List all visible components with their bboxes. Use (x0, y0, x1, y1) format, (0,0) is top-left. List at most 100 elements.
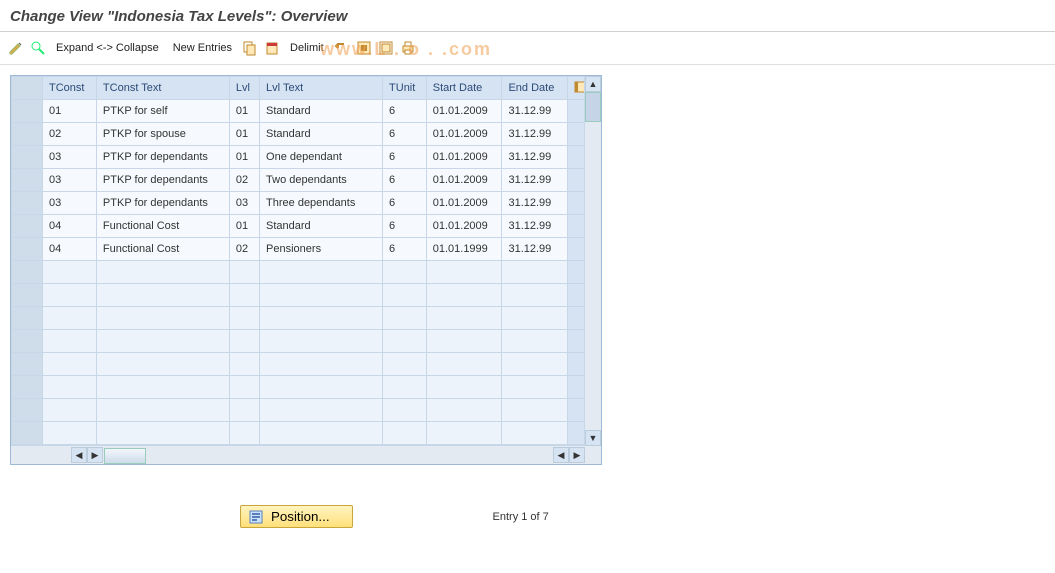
cell-end[interactable]: 31.12.99 (502, 238, 568, 261)
col-start[interactable]: Start Date (426, 77, 502, 100)
cell-lvl-text[interactable]: Standard (260, 215, 383, 238)
cell-end[interactable]: 31.12.99 (502, 100, 568, 123)
expand-collapse-button[interactable]: Expand <-> Collapse (52, 42, 163, 54)
cell-tconst[interactable]: 02 (43, 123, 97, 146)
col-tunit[interactable]: TUnit (383, 77, 427, 100)
delete-icon[interactable] (264, 40, 280, 56)
row-selector[interactable] (12, 215, 43, 238)
print-icon[interactable] (400, 40, 416, 56)
delimit-button[interactable]: Delimit (286, 42, 328, 54)
deselect-all-icon[interactable] (378, 40, 394, 56)
table-row[interactable]: 04Functional Cost01Standard601.01.200931… (12, 215, 601, 238)
col-lvl-text[interactable]: Lvl Text (260, 77, 383, 100)
scroll-right-arrow-icon[interactable]: ▶ (87, 447, 103, 463)
position-button[interactable]: Position... (240, 505, 353, 528)
new-entries-button[interactable]: New Entries (169, 42, 236, 54)
cell-start[interactable]: 01.01.2009 (426, 215, 502, 238)
copy-icon[interactable] (242, 40, 258, 56)
cell-tunit[interactable]: 6 (383, 100, 427, 123)
cell-tunit[interactable]: 6 (383, 123, 427, 146)
row-selector[interactable] (12, 169, 43, 192)
cell-end[interactable]: 31.12.99 (502, 215, 568, 238)
cell-lvl-text[interactable]: Standard (260, 123, 383, 146)
table-row-empty[interactable] (12, 353, 601, 376)
horizontal-scrollbar[interactable]: ◀ ▶ ◀ ▶ (11, 445, 601, 464)
cell-lvl-text[interactable]: Standard (260, 100, 383, 123)
cell-tconst[interactable]: 01 (43, 100, 97, 123)
table-row-empty[interactable] (12, 399, 601, 422)
scroll-down-arrow-icon[interactable]: ▼ (585, 430, 601, 446)
cell-lvl-text[interactable]: Three dependants (260, 192, 383, 215)
cell-lvl[interactable]: 03 (229, 192, 259, 215)
cell-lvl[interactable]: 01 (229, 146, 259, 169)
vscroll-thumb[interactable] (585, 92, 601, 122)
table-row[interactable]: 04Functional Cost02Pensioners601.01.1999… (12, 238, 601, 261)
row-selector[interactable] (12, 307, 43, 330)
cell-end[interactable]: 31.12.99 (502, 123, 568, 146)
row-selector[interactable] (12, 261, 43, 284)
table-row[interactable]: 01PTKP for self01Standard601.01.200931.1… (12, 100, 601, 123)
cell-tunit[interactable]: 6 (383, 192, 427, 215)
cell-tconst-text[interactable]: PTKP for dependants (96, 146, 229, 169)
undo-icon[interactable] (334, 40, 350, 56)
cell-start[interactable]: 01.01.1999 (426, 238, 502, 261)
col-tconst-text[interactable]: TConst Text (96, 77, 229, 100)
hscroll-track[interactable] (104, 448, 404, 462)
row-selector[interactable] (12, 330, 43, 353)
table-row-empty[interactable] (12, 307, 601, 330)
scroll-left-arrow-icon[interactable]: ◀ (71, 447, 87, 463)
col-lvl[interactable]: Lvl (229, 77, 259, 100)
col-end[interactable]: End Date (502, 77, 568, 100)
cell-start[interactable]: 01.01.2009 (426, 192, 502, 215)
cell-tconst-text[interactable]: PTKP for dependants (96, 169, 229, 192)
row-selector[interactable] (12, 376, 43, 399)
table-row-empty[interactable] (12, 422, 601, 445)
select-all-icon[interactable] (356, 40, 372, 56)
table-row[interactable]: 03PTKP for dependants01One dependant601.… (12, 146, 601, 169)
cell-tconst[interactable]: 04 (43, 215, 97, 238)
col-tconst[interactable]: TConst (43, 77, 97, 100)
cell-tconst-text[interactable]: PTKP for self (96, 100, 229, 123)
cell-lvl[interactable]: 01 (229, 215, 259, 238)
cell-tunit[interactable]: 6 (383, 215, 427, 238)
table-row-empty[interactable] (12, 330, 601, 353)
cell-lvl-text[interactable]: One dependant (260, 146, 383, 169)
row-selector[interactable] (12, 238, 43, 261)
cell-lvl[interactable]: 02 (229, 238, 259, 261)
row-selector[interactable] (12, 284, 43, 307)
cell-tconst-text[interactable]: Functional Cost (96, 238, 229, 261)
cell-start[interactable]: 01.01.2009 (426, 100, 502, 123)
row-selector[interactable] (12, 422, 43, 445)
table-row-empty[interactable] (12, 284, 601, 307)
cell-end[interactable]: 31.12.99 (502, 169, 568, 192)
cell-start[interactable]: 01.01.2009 (426, 169, 502, 192)
table-row-empty[interactable] (12, 376, 601, 399)
scroll-up-arrow-icon[interactable]: ▲ (585, 76, 601, 92)
row-selector[interactable] (12, 146, 43, 169)
table-row[interactable]: 02PTKP for spouse01Standard601.01.200931… (12, 123, 601, 146)
cell-tconst[interactable]: 03 (43, 146, 97, 169)
cell-tunit[interactable]: 6 (383, 146, 427, 169)
row-selector[interactable] (12, 399, 43, 422)
other-view-icon[interactable] (30, 40, 46, 56)
select-all-header[interactable] (12, 77, 43, 100)
cell-tunit[interactable]: 6 (383, 169, 427, 192)
table-row-empty[interactable] (12, 261, 601, 284)
cell-tconst-text[interactable]: PTKP for spouse (96, 123, 229, 146)
row-selector[interactable] (12, 123, 43, 146)
cell-lvl-text[interactable]: Pensioners (260, 238, 383, 261)
cell-start[interactable]: 01.01.2009 (426, 146, 502, 169)
vertical-scrollbar[interactable]: ▲ ▼ (584, 76, 601, 446)
table-row[interactable]: 03PTKP for dependants02Two dependants601… (12, 169, 601, 192)
vscroll-track[interactable] (585, 92, 601, 430)
cell-start[interactable]: 01.01.2009 (426, 123, 502, 146)
scroll-left2-arrow-icon[interactable]: ◀ (553, 447, 569, 463)
scroll-right2-arrow-icon[interactable]: ▶ (569, 447, 585, 463)
cell-tconst-text[interactable]: Functional Cost (96, 215, 229, 238)
cell-lvl[interactable]: 01 (229, 100, 259, 123)
row-selector[interactable] (12, 192, 43, 215)
table-row[interactable]: 03PTKP for dependants03Three dependants6… (12, 192, 601, 215)
cell-tconst-text[interactable]: PTKP for dependants (96, 192, 229, 215)
toggle-display-change-icon[interactable] (8, 40, 24, 56)
cell-tconst[interactable]: 03 (43, 192, 97, 215)
